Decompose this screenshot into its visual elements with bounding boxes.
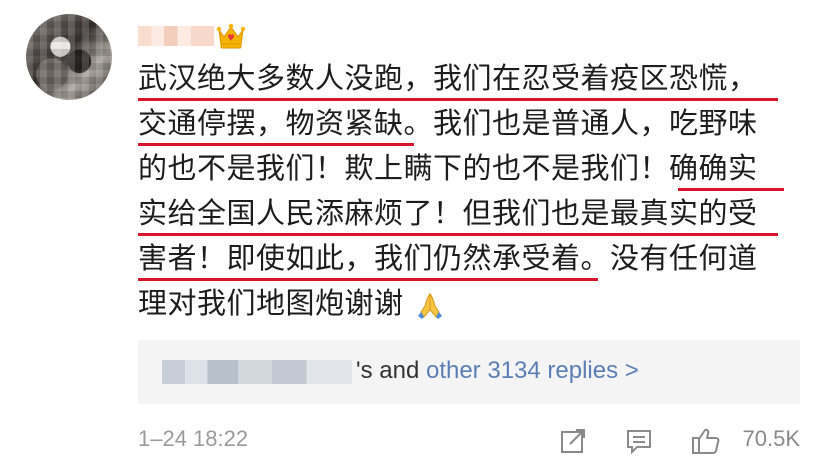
reply-usernames[interactable] xyxy=(162,360,352,384)
comment-line: 武汉绝大多数人没跑，我们在忍受着疫区恐慌， xyxy=(138,56,808,101)
comment-line: 交通停摆，物资紧缺。我们也是普通人，吃野味 xyxy=(138,101,808,146)
comment-line-text: 害者！即使如此，我们仍然承受着。没有任何道 xyxy=(138,241,758,275)
view-replies-link[interactable]: other 3134 replies > xyxy=(426,357,639,384)
share-icon[interactable] xyxy=(558,426,588,456)
comment-line-text: 武汉绝大多数人没跑，我们在忍受着疫区恐慌， xyxy=(138,61,758,95)
replies-preview[interactable]: 's and other 3134 replies > xyxy=(138,340,800,404)
replies-summary[interactable]: 's and other 3134 replies > xyxy=(356,354,639,388)
comment-line-text: 理对我们地图炮谢谢 xyxy=(138,286,404,320)
comment-line: 害者！即使如此，我们仍然承受着。没有任何道 xyxy=(138,236,808,281)
comment-line: 理对我们地图炮谢谢 xyxy=(138,281,808,326)
comment-line: 实给全国人民添麻烦了！但我们也是最真实的受 xyxy=(138,191,808,236)
comment-icon[interactable] xyxy=(624,426,654,456)
comment-text: 武汉绝大多数人没跑，我们在忍受着疫区恐慌， 交通停摆，物资紧缺。我们也是普通人，… xyxy=(138,56,808,326)
folded-hands-emoji xyxy=(418,292,443,319)
comment-footer: 1–24 18:22 70.5K xyxy=(138,424,800,458)
comment-line: 的也不是我们！欺上瞒下的也不是我们！确确实 xyxy=(138,146,808,191)
like-count: 70.5K xyxy=(742,426,801,451)
replies-suffix: 's and xyxy=(356,357,420,384)
timestamp: 1–24 18:22 xyxy=(138,426,249,451)
avatar[interactable] xyxy=(26,14,112,100)
comment-line-text: 的也不是我们！欺上瞒下的也不是我们！确确实 xyxy=(138,151,758,185)
like-icon[interactable] xyxy=(690,426,722,456)
crown-icon xyxy=(216,23,246,49)
username[interactable] xyxy=(138,26,214,46)
comment-line-text: 实给全国人民添麻烦了！但我们也是最真实的受 xyxy=(138,196,758,230)
comment-line-text: 交通停摆，物资紧缺。我们也是普通人，吃野味 xyxy=(138,106,758,140)
